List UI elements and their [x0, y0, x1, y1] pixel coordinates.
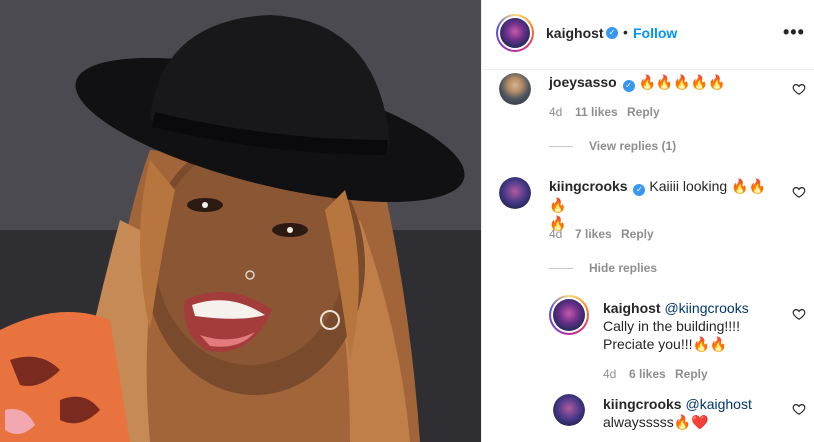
comment-likes[interactable]: 11 likes [575, 105, 618, 119]
like-heart-icon[interactable] [792, 402, 806, 416]
thread-divider-line [549, 268, 573, 269]
comment-username[interactable]: joeysasso [549, 74, 617, 90]
follow-button[interactable]: Follow [633, 25, 677, 41]
thread-divider-line [549, 146, 573, 147]
reply-age: 4d [603, 367, 617, 381]
comment-age: 4d [549, 227, 563, 241]
hide-replies-button[interactable]: Hide replies [589, 261, 657, 275]
replier-avatar[interactable] [553, 394, 585, 426]
replier-avatar[interactable] [549, 295, 589, 335]
comment-username[interactable]: kiingcrooks [549, 178, 628, 194]
commenter-avatar[interactable] [499, 177, 531, 209]
reply-text: kiingcrooks @kaighost alwaysssss🔥❤️ [603, 395, 783, 431]
more-options-icon[interactable]: ••• [783, 22, 805, 43]
reply-body: alwaysssss🔥❤️ [603, 414, 709, 430]
reply-body: Cally in the building!!!! [603, 318, 740, 334]
like-heart-icon[interactable] [792, 82, 806, 96]
reply-body-continued: Preciate you!!!🔥🔥 [603, 336, 728, 352]
like-heart-icon[interactable] [792, 185, 806, 199]
post-media-photo[interactable] [0, 0, 481, 442]
person-photo-illustration [0, 0, 481, 442]
reply-button[interactable]: Reply [621, 227, 654, 241]
header-separator: • [623, 24, 628, 40]
comment-age: 4d [549, 105, 563, 119]
author-username[interactable]: kaighost [546, 25, 604, 41]
reply-username[interactable]: kiingcrooks [603, 396, 682, 412]
comment-likes[interactable]: 7 likes [575, 227, 612, 241]
reply-button[interactable]: Reply [627, 105, 660, 119]
comment-text: joeysasso ✓ 🔥🔥🔥🔥🔥 [549, 73, 726, 92]
post-header: kaighost ✓ • Follow ••• [482, 0, 814, 70]
reply-text: kaighost @kiingcrooks Cally in the build… [603, 299, 783, 353]
like-heart-icon[interactable] [792, 307, 806, 321]
verified-badge-icon: ✓ [622, 80, 635, 92]
comment-text: kiingcrooks ✓ Kaiiii looking 🔥🔥🔥 🔥 [549, 177, 779, 232]
commenter-avatar[interactable] [499, 73, 531, 105]
reply-mention[interactable]: @kaighost [685, 396, 751, 412]
reply-button[interactable]: Reply [675, 367, 708, 381]
view-replies-button[interactable]: View replies (1) [589, 139, 676, 153]
comments-panel: kaighost ✓ • Follow ••• joeysasso ✓ 🔥🔥🔥🔥… [481, 0, 814, 442]
comment-body: 🔥🔥🔥🔥🔥 [638, 74, 726, 90]
verified-badge-icon: ✓ [606, 27, 618, 39]
reply-likes[interactable]: 6 likes [629, 367, 666, 381]
verified-badge-icon: ✓ [633, 184, 646, 196]
author-avatar[interactable] [496, 14, 534, 52]
reply-mention[interactable]: @kiingcrooks [664, 300, 748, 316]
reply-username[interactable]: kaighost [603, 300, 661, 316]
